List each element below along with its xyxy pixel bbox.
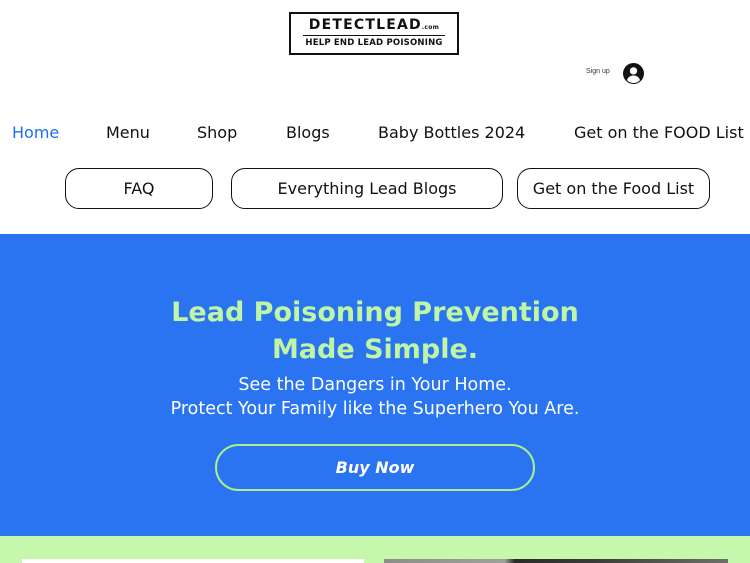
nav-item-home[interactable]: Home xyxy=(12,122,59,144)
faq-button[interactable]: FAQ xyxy=(65,168,213,209)
logo-divider xyxy=(303,35,445,36)
user-circle-icon[interactable] xyxy=(623,63,644,84)
hero-title: Lead Poisoning Prevention Made Simple. xyxy=(0,294,750,368)
logo-wordmark: DETECTLEAD.com xyxy=(291,17,457,36)
signup-link[interactable]: Sign up xyxy=(586,68,610,75)
logo-tagline: HELP END LEAD POISONING xyxy=(305,38,443,48)
logo-com-text: .com xyxy=(421,24,440,31)
site-logo[interactable]: DETECTLEAD.com HELP END LEAD POISONING xyxy=(289,12,459,55)
logo-main-text: DETECTLEAD xyxy=(308,17,422,33)
nav-item-food-list[interactable]: Get on the FOOD List xyxy=(574,122,744,144)
hero-subtitle-line2: Protect Your Family like the Superhero Y… xyxy=(170,399,580,419)
lead-blogs-button[interactable]: Everything Lead Blogs xyxy=(231,168,503,209)
nav-item-blogs[interactable]: Blogs xyxy=(286,122,330,144)
hero-title-line2: Made Simple. xyxy=(271,334,479,365)
nav-item-menu[interactable]: Menu xyxy=(106,122,150,144)
hero-title-line1: Lead Poisoning Prevention xyxy=(171,297,579,328)
food-list-button[interactable]: Get on the Food List xyxy=(517,168,710,209)
nav-item-shop[interactable]: Shop xyxy=(197,122,237,144)
nav-item-baby-bottles[interactable]: Baby Bottles 2024 xyxy=(378,122,525,144)
feature-card xyxy=(22,559,364,563)
hero-subtitle-line1: See the Dangers in Your Home. xyxy=(238,375,512,395)
hero-subtitle: See the Dangers in Your Home. Protect Yo… xyxy=(0,373,750,421)
buy-now-button[interactable]: Buy Now xyxy=(215,444,535,491)
page: DETECTLEAD.com HELP END LEAD POISONING S… xyxy=(0,0,750,563)
feature-photo xyxy=(384,559,728,563)
hero-section: Lead Poisoning Prevention Made Simple. S… xyxy=(0,234,750,536)
